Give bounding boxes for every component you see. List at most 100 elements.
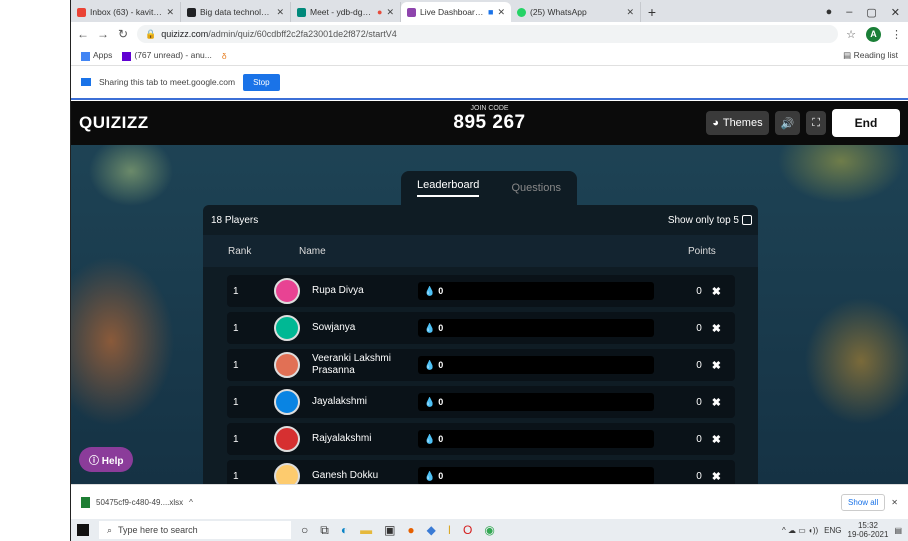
sharing-text: Sharing this tab to meet.google.com — [99, 77, 236, 87]
url-field[interactable]: 🔒 quizizz.com/admin/quiz/60cdbff2c2fa230… — [137, 25, 839, 43]
close-tab-icon[interactable]: ✕ — [497, 7, 505, 18]
gmail-icon — [77, 7, 86, 17]
avatar — [274, 278, 300, 304]
score-bar: 💧 0 — [418, 467, 654, 484]
download-bar: 50475cf9-c480-49....xlsx ^ Show all ✕ — [71, 484, 908, 519]
whatsapp-icon — [517, 7, 526, 17]
browser-tab[interactable]: Big data technologies 20-21 ✕ — [181, 2, 291, 22]
profile-avatar[interactable]: A — [866, 26, 881, 42]
quizizz-app: QUIZIZZ JOIN CODE 895 267 ◕ Themes 🔊 ⛶ En… — [71, 101, 908, 484]
speaker-icon: 🔊 — [780, 117, 795, 130]
new-tab-button[interactable]: + — [641, 2, 663, 22]
minimize-icon[interactable]: – — [846, 6, 852, 18]
score-bar: 💧 0 — [418, 282, 654, 300]
taskbar-search[interactable]: ⌕ Type here to search — [99, 521, 291, 539]
tab-leaderboard[interactable]: Leaderboard — [417, 179, 480, 197]
menu-icon[interactable]: ⋮ — [891, 28, 902, 41]
record-icon[interactable]: ● — [826, 6, 833, 18]
close-tab-icon[interactable]: ✕ — [626, 7, 634, 18]
avatar — [274, 352, 300, 378]
reading-list[interactable]: ▤ Reading list — [843, 50, 898, 61]
leaderboard-panel: 18 Players Show only top 5 Rank Name Poi… — [203, 205, 758, 484]
star-icon[interactable]: ☆ — [846, 28, 856, 41]
bookmark-apps[interactable]: Apps — [81, 50, 112, 61]
task-view-icon[interactable]: ⧉ — [320, 523, 329, 538]
opera-icon[interactable]: O — [463, 523, 472, 538]
avatar — [274, 315, 300, 341]
meet-icon — [297, 7, 306, 17]
apps-grid-icon — [81, 51, 90, 61]
help-button[interactable]: ⓘ Help — [79, 447, 134, 472]
drop-icon: 💧 — [424, 470, 436, 481]
avatar — [274, 426, 300, 452]
browser-tab[interactable]: (25) WhatsApp ✕ — [511, 2, 641, 22]
notification-icon[interactable]: ▤ — [894, 526, 902, 535]
fullscreen-icon: ⛶ — [812, 116, 820, 129]
remove-player-icon[interactable]: ✖ — [712, 433, 721, 446]
store-icon[interactable]: ▣ — [384, 523, 395, 538]
score-bar: 💧 0 — [418, 319, 654, 337]
doc-icon — [187, 7, 196, 17]
firefox-icon[interactable]: ● — [407, 523, 414, 538]
chevron-up-icon[interactable]: ^ — [189, 498, 193, 507]
stop-sharing-button[interactable]: Stop — [243, 73, 280, 91]
show-all-button[interactable]: Show all — [841, 493, 886, 511]
join-code-block: JOIN CODE 895 267 — [453, 105, 526, 133]
remove-player-icon[interactable]: ✖ — [712, 470, 721, 483]
tab-questions[interactable]: Questions — [511, 182, 561, 194]
remove-player-icon[interactable]: ✖ — [712, 322, 721, 335]
close-tab-icon[interactable]: ✕ — [276, 7, 284, 18]
drop-icon: 💧 — [424, 433, 436, 444]
app-icon[interactable]: ◆ — [427, 523, 436, 538]
browser-tab[interactable]: Inbox (63) - kavitha@abgdcrep... ✕ — [71, 2, 181, 22]
back-icon[interactable]: ← — [77, 27, 89, 41]
reload-icon[interactable]: ↻ — [117, 27, 129, 41]
show-top5-toggle[interactable]: Show only top 5 — [668, 215, 752, 226]
window-controls: ● – ▢ ✕ — [826, 2, 908, 22]
browser-tab[interactable]: Meet - ydb-dgzr-oyq ● ✕ — [291, 2, 401, 22]
browser-tab-active[interactable]: Live Dashboard - Running ■ ✕ — [401, 2, 511, 22]
leaderboard-row: 1 Sowjanya 💧 0 0 ✖ — [227, 312, 735, 344]
drop-icon: 💧 — [424, 285, 436, 296]
remove-player-icon[interactable]: ✖ — [712, 396, 721, 409]
address-bar: ← → ↻ 🔒 quizizz.com/admin/quiz/60cdbff2c… — [71, 22, 908, 46]
cortana-icon[interactable]: ○ — [301, 523, 308, 538]
edge-icon[interactable]: ◐ — [341, 523, 348, 538]
close-icon[interactable]: ✕ — [891, 6, 900, 19]
drop-icon: 💧 — [424, 359, 436, 370]
tab-strip: Inbox (63) - kavitha@abgdcrep... ✕ Big d… — [71, 0, 908, 22]
close-tab-icon[interactable]: ✕ — [386, 7, 394, 18]
checkbox[interactable] — [742, 214, 752, 225]
leaderboard-row: 1 Veeranki Lakshmi Prasanna 💧 0 0 ✖ — [227, 349, 735, 381]
tray-icons[interactable]: ^ ☁ ▭ ◖)) — [782, 526, 818, 535]
close-download-bar-icon[interactable]: ✕ — [891, 498, 898, 507]
windows-start-icon[interactable] — [77, 524, 89, 536]
download-item[interactable]: 50475cf9-c480-49....xlsx — [96, 498, 183, 507]
lock-icon: 🔒 — [145, 28, 157, 39]
fullscreen-button[interactable]: ⛶ — [806, 111, 826, 135]
leaderboard-row: 1 Rupa Divya 💧 0 0 ✖ — [227, 275, 735, 307]
clock-date: 19-06-2021 — [847, 530, 889, 539]
excel-file-icon — [81, 496, 90, 508]
sound-button[interactable]: 🔊 — [774, 111, 801, 135]
maximize-icon[interactable]: ▢ — [866, 6, 876, 19]
remove-player-icon[interactable]: ✖ — [712, 285, 721, 298]
forward-icon[interactable]: → — [97, 27, 109, 41]
file-explorer-icon[interactable]: ▬ — [360, 523, 372, 538]
end-quiz-button[interactable]: End — [832, 109, 900, 137]
avatar — [274, 463, 300, 484]
remove-player-icon[interactable]: ✖ — [712, 359, 721, 372]
drop-icon: 💧 — [424, 396, 436, 407]
bookmark-yahoo[interactable]: (767 unread) - anu... — [122, 50, 212, 61]
left-blank-pane — [0, 0, 71, 541]
chrome-icon[interactable]: ◉ — [484, 523, 494, 538]
taskbar-apps: ○ ⧉ ◐ ▬ ▣ ● ◆ ǀ O ◉ — [301, 523, 495, 538]
bookmark-extra-icon[interactable]: δ — [222, 51, 227, 61]
close-tab-icon[interactable]: ✕ — [166, 7, 174, 18]
bookmarks-bar: Apps (767 unread) - anu... δ ▤ Reading l… — [71, 46, 908, 66]
app-icon[interactable]: ǀ — [448, 523, 451, 538]
dashboard-tabs: Leaderboard Questions — [401, 171, 577, 205]
leaderboard-row: 1 Ganesh Dokku 💧 0 0 ✖ — [227, 460, 735, 484]
score-bar: 💧 0 — [418, 430, 654, 448]
themes-button[interactable]: ◕ Themes — [706, 111, 769, 135]
